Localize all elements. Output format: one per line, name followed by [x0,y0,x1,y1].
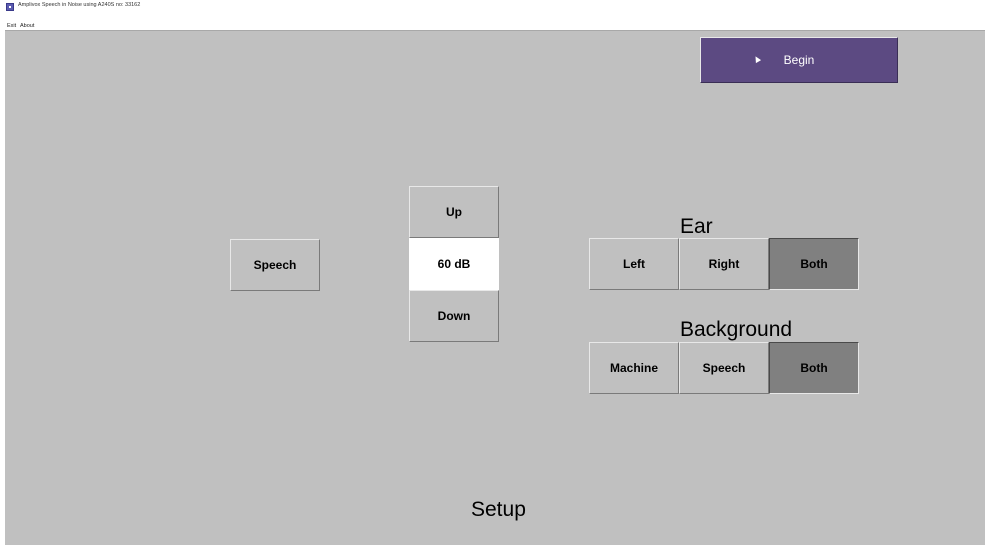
background-both-label: Both [800,361,828,375]
ear-heading: Ear [680,215,713,238]
window-title: Amplivox Speech in Noise using A240S no:… [18,2,141,8]
begin-label: Begin [783,53,815,67]
level-up-label: Up [446,205,462,219]
background-machine-button[interactable]: Machine [589,342,679,394]
speech-button[interactable]: Speech [230,239,320,291]
background-speech-label: Speech [702,361,746,375]
ear-left-button[interactable]: Left [589,238,679,290]
level-down-label: Down [437,309,471,323]
level-down-button[interactable]: Down [409,290,499,342]
ear-both-button[interactable]: Both [769,238,859,290]
level-display: 60 dB [409,238,499,290]
level-value: 60 dB [437,257,471,271]
begin-button[interactable]: Begin [700,37,898,83]
level-up-button[interactable]: Up [409,186,499,238]
ear-both-label: Both [800,257,828,271]
ear-right-label: Right [708,257,740,271]
background-speech-button[interactable]: Speech [679,342,769,394]
menu-bar: Exit About [0,14,985,30]
app-window: Amplivox Speech in Noise using A240S no:… [0,0,985,545]
setup-panel: Begin Speech Up 60 dB Down Ear Left Righ… [5,30,985,545]
app-icon [6,3,14,11]
menu-item-about[interactable]: About [20,23,34,29]
background-heading: Background [680,318,793,341]
menu-item-exit[interactable]: Exit [7,23,16,29]
ear-left-label: Left [623,257,645,271]
setup-title: Setup [471,498,526,521]
background-both-button[interactable]: Both [769,342,859,394]
title-bar: Amplivox Speech in Noise using A240S no:… [0,0,985,14]
ear-right-button[interactable]: Right [679,238,769,290]
speech-button-label: Speech [253,258,297,272]
background-machine-label: Machine [609,361,658,375]
